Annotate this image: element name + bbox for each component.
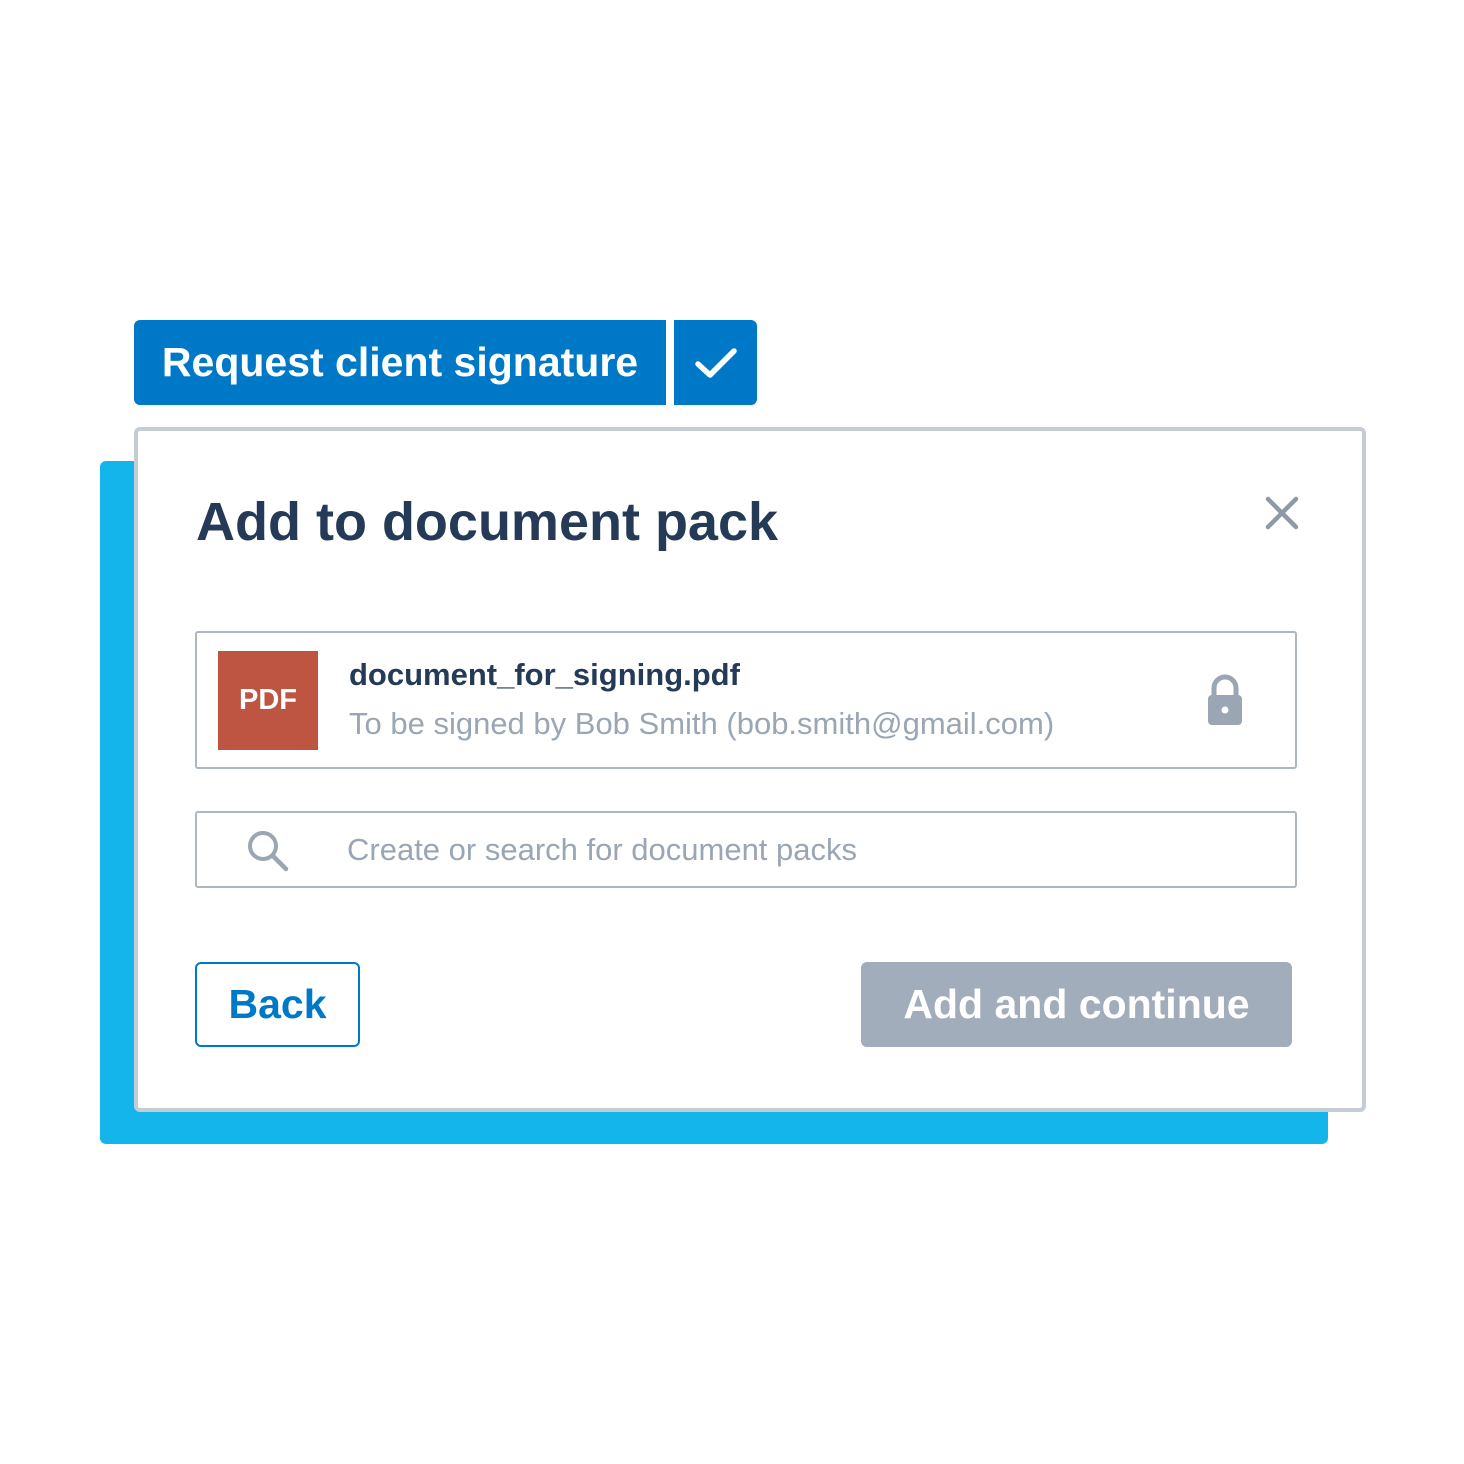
- request-signature-button[interactable]: Request client signature: [134, 320, 666, 405]
- dialog-title: Add to document pack: [196, 492, 779, 552]
- pdf-file-icon: PDF: [218, 651, 318, 750]
- document-pack-search[interactable]: [195, 811, 1297, 888]
- lock-icon: [1208, 674, 1242, 725]
- file-signer-info: To be signed by Bob Smith (bob.smith@gma…: [349, 706, 1055, 741]
- close-icon: [1265, 496, 1299, 530]
- add-to-document-pack-dialog: Add to document pack PDF document_for_si…: [134, 427, 1366, 1112]
- search-icon: [248, 831, 289, 872]
- stage: Request client signature Add to document…: [0, 0, 1464, 1464]
- confirm-button[interactable]: [674, 320, 757, 405]
- search-input[interactable]: [347, 813, 1267, 886]
- close-button[interactable]: [1262, 493, 1302, 533]
- file-name: document_for_signing.pdf: [349, 657, 740, 692]
- add-and-continue-button[interactable]: Add and continue: [861, 962, 1292, 1047]
- check-icon: [694, 347, 737, 378]
- split-divider: [666, 320, 674, 405]
- file-card: PDF document_for_signing.pdf To be signe…: [195, 631, 1297, 769]
- back-button[interactable]: Back: [195, 962, 360, 1047]
- request-signature-split-button: Request client signature: [134, 320, 757, 405]
